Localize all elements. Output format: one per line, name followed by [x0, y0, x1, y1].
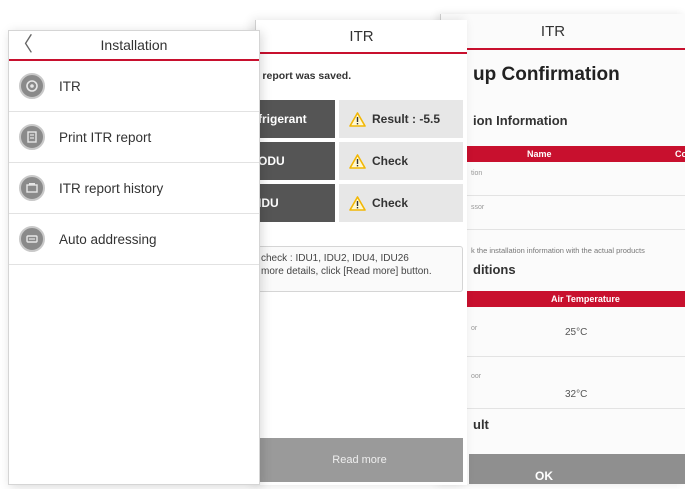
cond-row-value: 25°C — [565, 327, 588, 338]
cond-col-air-temperature: Air Temperature — [551, 294, 620, 304]
confirmation-header-title: ITR — [540, 22, 566, 40]
itr-row-value: Check — [339, 184, 463, 222]
menu-item-label: Auto addressing — [59, 231, 157, 247]
menu-item-itr[interactable]: ITR — [9, 61, 259, 112]
itr-row-key: IDU — [256, 184, 335, 222]
installation-header: 〈 Installation — [9, 31, 259, 61]
menu-item-print-itr-report[interactable]: Print ITR report — [9, 112, 259, 163]
installation-screen: 〈 Installation ITR Print ITR report ITR … — [8, 30, 260, 485]
cond-row-label: or — [471, 325, 478, 332]
info-table-row: ssor — [467, 196, 685, 230]
itr-row-key: frigerant — [256, 100, 335, 138]
info-table-row: tion — [467, 162, 685, 196]
menu-item-itr-report-history[interactable]: ITR report history — [9, 163, 259, 214]
itr-row-key: ODU — [256, 142, 335, 180]
read-more-button[interactable]: Read more — [256, 438, 463, 482]
itr-row-value: Result : -5.5 — [339, 100, 463, 138]
warning-icon — [349, 111, 366, 127]
itr-row-value-text: Check — [372, 154, 409, 168]
menu-item-label: ITR report history — [59, 180, 164, 196]
itr-header: ITR — [256, 20, 467, 54]
confirmation-header: ITR — [441, 14, 685, 50]
menu-item-label: Print ITR report — [59, 129, 152, 145]
conditions-table-header: Air Temperature — [467, 291, 685, 307]
report-history-icon — [19, 175, 45, 201]
warning-icon — [349, 153, 366, 169]
back-icon[interactable]: 〈 — [13, 34, 33, 56]
info-col-co: Co — [675, 149, 685, 159]
confirmation-screen: ITR up Confirmation ion Information Name… — [440, 14, 685, 484]
itr-row-refrigerant: frigerant Result : -5.5 — [256, 100, 466, 138]
check-details-box: check : IDU1, IDU2, IDU4, IDU26 more det… — [256, 246, 463, 292]
check-line-instruction: more details, click [Read more] button. — [261, 266, 432, 277]
itr-row-odu: ODU Check — [256, 142, 466, 180]
confirmation-title: up Confirmation — [473, 64, 620, 85]
section-installation-info: ion Information — [473, 113, 568, 128]
section-conditions: ditions — [473, 262, 516, 277]
menu-item-label: ITR — [59, 78, 81, 94]
print-report-icon — [19, 124, 45, 150]
itr-row-value-text: Check — [372, 196, 409, 210]
info-row-label: ssor — [471, 204, 485, 211]
itr-icon — [19, 73, 45, 99]
cond-row-value: 32°C — [565, 389, 588, 400]
itr-row-value: Check — [339, 142, 463, 180]
check-line-idu-list: check : IDU1, IDU2, IDU4, IDU26 — [261, 253, 409, 264]
installation-header-title: Installation — [100, 37, 168, 53]
info-col-name: Name — [527, 149, 552, 159]
section-result: ult — [473, 417, 489, 432]
itr-row-idu: IDU Check — [256, 184, 466, 222]
info-table-header: Name Co — [467, 146, 685, 162]
saved-message: t report was saved. — [256, 70, 352, 82]
warning-icon — [349, 195, 366, 211]
itr-screen: ITR t report was saved. frigerant Result… — [255, 20, 467, 485]
itr-header-title: ITR — [349, 27, 374, 45]
auto-addressing-icon — [19, 226, 45, 252]
conditions-row: oor 32°C — [467, 357, 685, 409]
itr-row-value-text: Result : -5.5 — [372, 112, 441, 126]
installation-note: k the installation information with the … — [471, 246, 645, 255]
info-row-label: tion — [471, 170, 483, 177]
ok-button[interactable]: OK — [469, 454, 685, 484]
menu-item-auto-addressing[interactable]: Auto addressing — [9, 214, 259, 265]
conditions-row: or 25°C — [467, 307, 685, 357]
cond-row-label: oor — [471, 373, 482, 380]
